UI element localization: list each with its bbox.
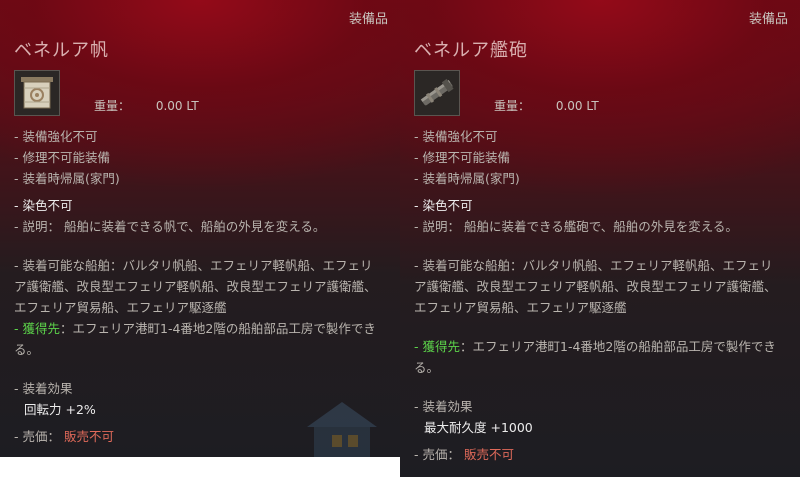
item-title: ベネルア帆	[14, 40, 109, 61]
weight-label: 重量：	[94, 99, 131, 113]
price-value: 販売不可	[63, 429, 114, 444]
effect-value: 最大耐久度 +1000	[424, 420, 533, 435]
item-tooltip-sail: 装備品 ベネルア帆 重量： 0.00 LT - 装備強化不可 - 修理不可能装備…	[0, 0, 400, 457]
tag-line: - 修理不可能装備	[14, 150, 110, 165]
effect-label: - 装着効果	[414, 399, 473, 414]
item-category: 装備品	[748, 12, 788, 27]
sail-icon	[14, 70, 60, 116]
acquisition: - 獲得先：エフェリア港町1-4番地2階の船舶部品工房で製作できる。	[414, 336, 784, 378]
item-title: ベネルア艦砲	[414, 40, 528, 61]
price-label: - 売価：	[14, 429, 60, 444]
compatible-ships: - 装着可能な船舶：バルタリ帆船、エフェリア軽帆船、エフェリア護衛艦、改良型エフ…	[414, 255, 784, 318]
ships-label: - 装着可能な船舶：	[414, 258, 523, 273]
weight-value: 0.00 LT	[555, 99, 599, 113]
item-description: - 説明： 船舶に装着できる帆で、船舶の外見を変える。	[14, 219, 326, 234]
item-tooltip-cannon: 装備品 ベネルア艦砲 重量： 0.00 LT - 装備強化不可 - 修理不可能装…	[400, 0, 800, 477]
ships-label: - 装着可能な船舶：	[14, 258, 123, 273]
item-category: 装備品	[348, 12, 388, 27]
weight-label: 重量：	[494, 99, 531, 113]
tag-line: - 修理不可能装備	[414, 150, 510, 165]
tag-line: - 装着時帰属(家門)	[414, 171, 520, 186]
dye-status: - 染色不可	[14, 198, 73, 213]
acq-text: ：エフェリア港町1-4番地2階の船舶部品工房で製作できる。	[14, 321, 376, 357]
effect-label: - 装着効果	[14, 381, 73, 396]
tag-line: - 装備強化不可	[14, 129, 98, 144]
cannon-icon	[414, 70, 460, 116]
item-description: - 説明： 船舶に装着できる艦砲で、船舶の外見を変える。	[414, 219, 738, 234]
tag-line: - 装着時帰属(家門)	[14, 171, 120, 186]
price-row: - 売価： 販売不可	[414, 444, 786, 465]
price-label: - 売価：	[414, 447, 460, 462]
acquisition: - 獲得先：エフェリア港町1-4番地2階の船舶部品工房で製作できる。	[14, 318, 384, 360]
price-value: 販売不可	[463, 447, 514, 462]
house-silhouette	[307, 402, 377, 457]
dye-status: - 染色不可	[414, 198, 473, 213]
acq-label: 獲得先	[422, 339, 460, 354]
acq-label: 獲得先	[22, 321, 60, 336]
tag-line: - 装備強化不可	[414, 129, 498, 144]
compatible-ships: - 装着可能な船舶：バルタリ帆船、エフェリア軽帆船、エフェリア護衛艦、改良型エフ…	[14, 255, 384, 318]
acq-text: ：エフェリア港町1-4番地2階の船舶部品工房で製作できる。	[414, 339, 776, 375]
item-weight: 重量： 0.00 LT	[94, 97, 199, 116]
weight-value: 0.00 LT	[155, 99, 199, 113]
item-weight: 重量： 0.00 LT	[494, 97, 599, 116]
